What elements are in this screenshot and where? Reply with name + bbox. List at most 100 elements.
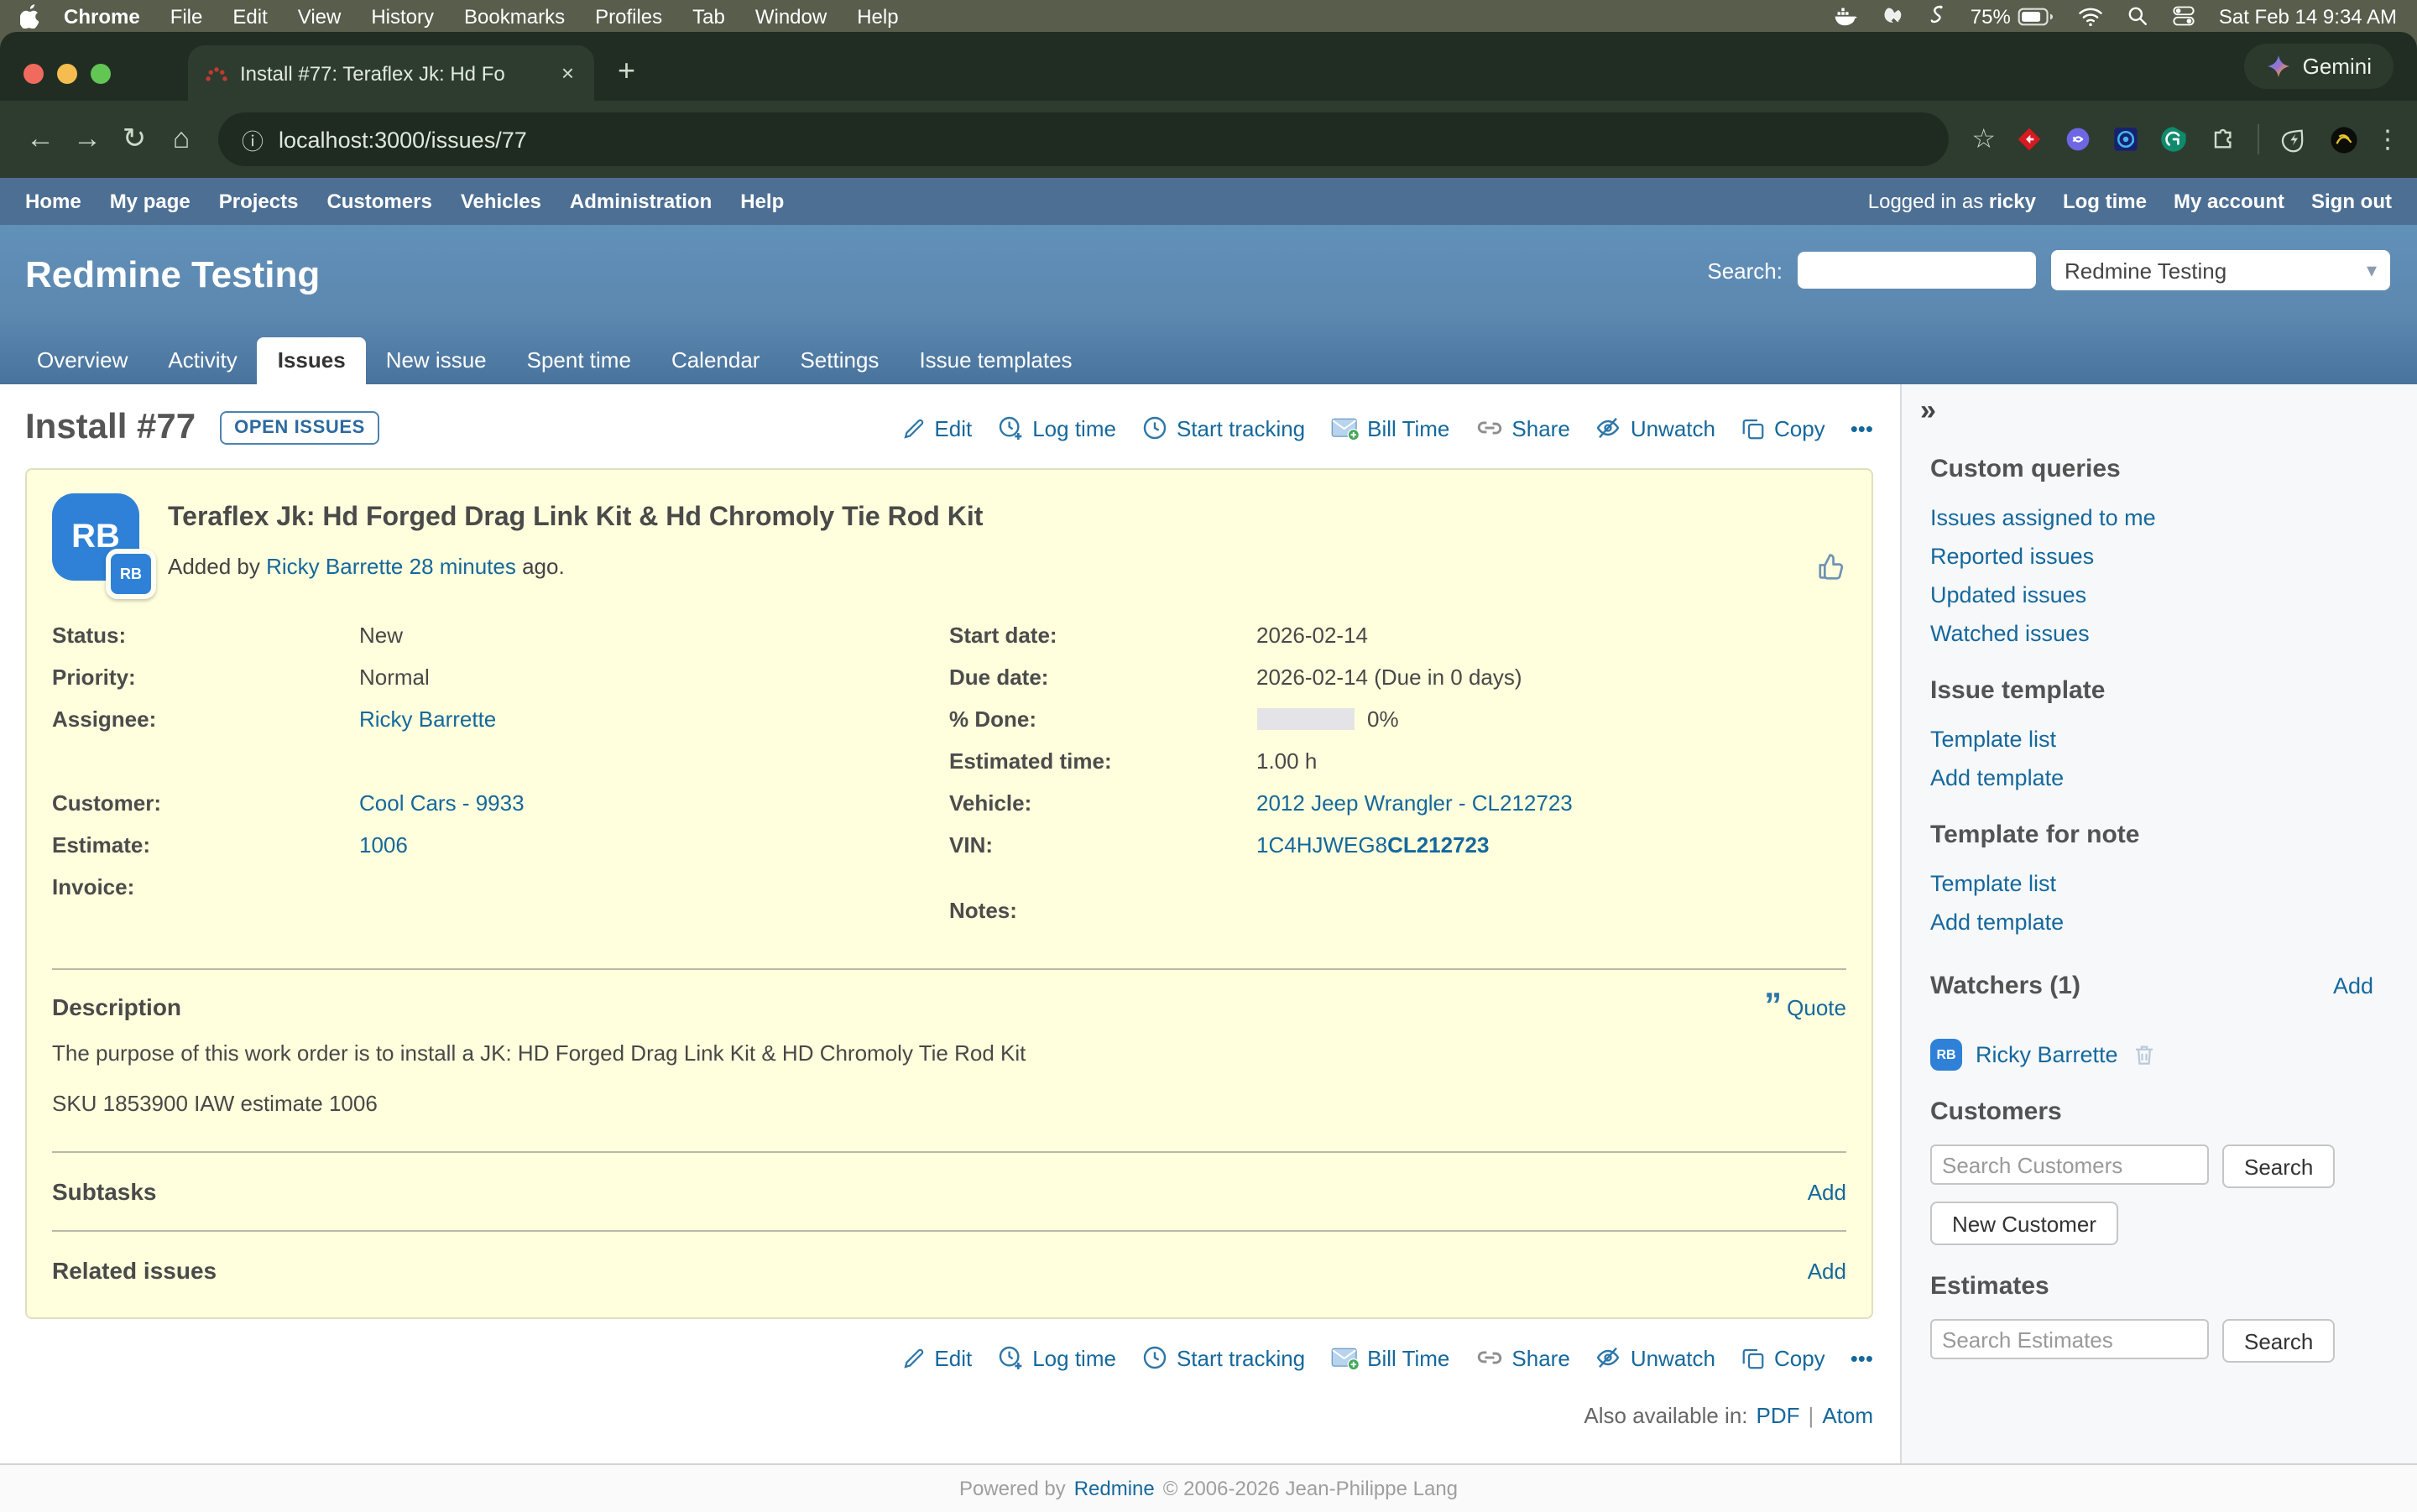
vehicle-link[interactable]: 2012 Jeep Wrangler - CL212723 <box>1256 790 1573 816</box>
topmenu-sign-out[interactable]: Sign out <box>2311 190 2392 213</box>
menubar-help[interactable]: Help <box>842 4 913 28</box>
topmenu-log-time[interactable]: Log time <box>2063 190 2147 213</box>
menubar-app-name[interactable]: Chrome <box>49 4 155 28</box>
more-actions-button[interactable]: ••• <box>1851 1345 1873 1370</box>
chrome-menu-kebab-icon[interactable]: ⋮ <box>2375 124 2400 154</box>
docker-icon[interactable] <box>1833 5 1858 27</box>
sidebar-link-reported-issues[interactable]: Reported issues <box>1930 540 2373 572</box>
start-tracking-button[interactable]: Start tracking <box>1141 414 1305 441</box>
share-button[interactable]: Share <box>1475 1345 1569 1370</box>
bill-time-button[interactable]: Bill Time <box>1330 415 1449 441</box>
menubar-window[interactable]: Window <box>740 4 842 28</box>
spotlight-icon[interactable] <box>2127 5 2148 27</box>
back-icon[interactable]: ← <box>17 123 64 156</box>
search-input[interactable] <box>1798 252 2036 289</box>
topmenu-administration[interactable]: Administration <box>570 190 712 213</box>
unwatch-button[interactable]: Unwatch <box>1595 414 1715 441</box>
new-customer-button[interactable]: New Customer <box>1930 1202 2118 1245</box>
log-time-button[interactable]: Log time <box>997 414 1116 441</box>
topmenu-customers[interactable]: Customers <box>326 190 431 213</box>
bill-time-button[interactable]: Bill Time <box>1330 1345 1449 1370</box>
search-estimates-button[interactable]: Search <box>2222 1319 2335 1363</box>
ext-red-diamond-icon[interactable] <box>2016 126 2043 153</box>
topmenu-home[interactable]: Home <box>25 190 81 213</box>
menubar-view[interactable]: View <box>283 4 357 28</box>
estimate-link[interactable]: 1006 <box>359 832 408 858</box>
search-estimates-input[interactable] <box>1930 1319 2209 1359</box>
vin-link[interactable]: 1C4HJWEG8CL212723 <box>1256 832 1490 858</box>
assignee-link[interactable]: Ricky Barrette <box>359 706 496 732</box>
more-actions-button[interactable]: ••• <box>1851 415 1873 441</box>
add-related-issue-link[interactable]: Add <box>1808 1258 1846 1283</box>
wifi-icon[interactable] <box>2078 6 2103 26</box>
menubar-edit[interactable]: Edit <box>217 4 282 28</box>
tab-new-issue[interactable]: New issue <box>366 337 507 384</box>
sidebar-link-add-template[interactable]: Add template <box>1930 762 2373 794</box>
home-icon[interactable]: ⌂ <box>158 123 205 156</box>
apple-icon[interactable] <box>20 3 42 29</box>
edit-button[interactable]: Edit <box>901 1345 972 1370</box>
tab-overview[interactable]: Overview <box>17 337 148 384</box>
battery-saver-icon[interactable] <box>2281 126 2308 153</box>
gemini-button[interactable]: Gemini <box>2244 44 2394 89</box>
ext-blue-lock-icon[interactable] <box>2113 126 2138 153</box>
add-watcher-link[interactable]: Add <box>2333 973 2373 998</box>
menubar-history[interactable]: History <box>356 4 449 28</box>
pdf-link[interactable]: PDF <box>1757 1403 1800 1428</box>
tab-issues[interactable]: Issues <box>258 337 366 384</box>
extensions-puzzle-icon[interactable] <box>2209 126 2236 153</box>
status-app-icon-2[interactable] <box>1929 3 1947 29</box>
status-app-icon-1[interactable] <box>1882 4 1905 28</box>
topmenu-help[interactable]: Help <box>740 190 784 213</box>
tab-close-icon[interactable]: × <box>558 60 577 86</box>
customer-link[interactable]: Cool Cars - 9933 <box>359 790 525 816</box>
add-subtask-link[interactable]: Add <box>1808 1179 1846 1204</box>
menubar-bookmarks[interactable]: Bookmarks <box>449 4 580 28</box>
redmine-link[interactable]: Redmine <box>1074 1477 1155 1500</box>
menubar-tab[interactable]: Tab <box>677 4 740 28</box>
sidebar-link-updated-issues[interactable]: Updated issues <box>1930 579 2373 611</box>
start-tracking-button[interactable]: Start tracking <box>1141 1344 1305 1371</box>
sidebar-link-template-list[interactable]: Template list <box>1930 723 2373 755</box>
reload-icon[interactable]: ↻ <box>111 123 158 156</box>
sidebar-link-note-template-list[interactable]: Template list <box>1930 868 2373 899</box>
copy-button[interactable]: Copy <box>1741 1345 1825 1370</box>
added-time-link[interactable]: 28 minutes <box>410 554 516 579</box>
delete-watcher-icon[interactable] <box>2132 1042 2157 1067</box>
menubar-profiles[interactable]: Profiles <box>580 4 677 28</box>
watcher-link[interactable]: Ricky Barrette <box>1976 1042 2118 1067</box>
thumbs-up-icon[interactable] <box>1816 550 1848 582</box>
search-customers-button[interactable]: Search <box>2222 1144 2335 1188</box>
topmenu-my-page[interactable]: My page <box>110 190 191 213</box>
new-tab-button[interactable]: + <box>618 54 635 89</box>
battery-indicator[interactable]: 75% <box>1971 4 2054 28</box>
minimize-window-button[interactable] <box>57 64 77 84</box>
sidebar-link-issues-assigned[interactable]: Issues assigned to me <box>1930 502 2373 534</box>
share-button[interactable]: Share <box>1475 415 1569 441</box>
ext-purple-circle-icon[interactable] <box>2065 126 2091 153</box>
profile-avatar[interactable] <box>2330 125 2358 154</box>
project-select[interactable]: Redmine Testing ▾ <box>2051 250 2390 290</box>
topmenu-projects[interactable]: Projects <box>219 190 299 213</box>
search-customers-input[interactable] <box>1930 1144 2209 1185</box>
log-time-button[interactable]: Log time <box>997 1344 1116 1371</box>
edit-button[interactable]: Edit <box>901 415 972 441</box>
sidebar-collapse-icon[interactable]: » <box>1920 394 2373 428</box>
topmenu-my-account[interactable]: My account <box>2174 190 2284 213</box>
control-center-icon[interactable] <box>2172 5 2195 27</box>
author-link[interactable]: Ricky Barrette <box>266 554 403 579</box>
sidebar-link-note-add-template[interactable]: Add template <box>1930 906 2373 938</box>
tab-calendar[interactable]: Calendar <box>651 337 780 384</box>
unwatch-button[interactable]: Unwatch <box>1595 1344 1715 1371</box>
topmenu-vehicles[interactable]: Vehicles <box>461 190 541 213</box>
sidebar-link-watched-issues[interactable]: Watched issues <box>1930 618 2373 649</box>
bookmark-star-icon[interactable]: ☆ <box>1971 123 1996 156</box>
tab-spent-time[interactable]: Spent time <box>507 337 651 384</box>
menubar-file[interactable]: File <box>155 4 218 28</box>
menubar-clock[interactable]: Sat Feb 14 9:34 AM <box>2219 4 2397 28</box>
close-window-button[interactable] <box>23 64 44 84</box>
browser-tab[interactable]: Install #77: Teraflex Jk: Hd Fo × <box>188 45 594 101</box>
site-info-icon[interactable]: ⓘ <box>242 123 264 155</box>
address-bar[interactable]: ⓘ localhost:3000/issues/77 <box>218 112 1948 166</box>
zoom-window-button[interactable] <box>91 64 111 84</box>
